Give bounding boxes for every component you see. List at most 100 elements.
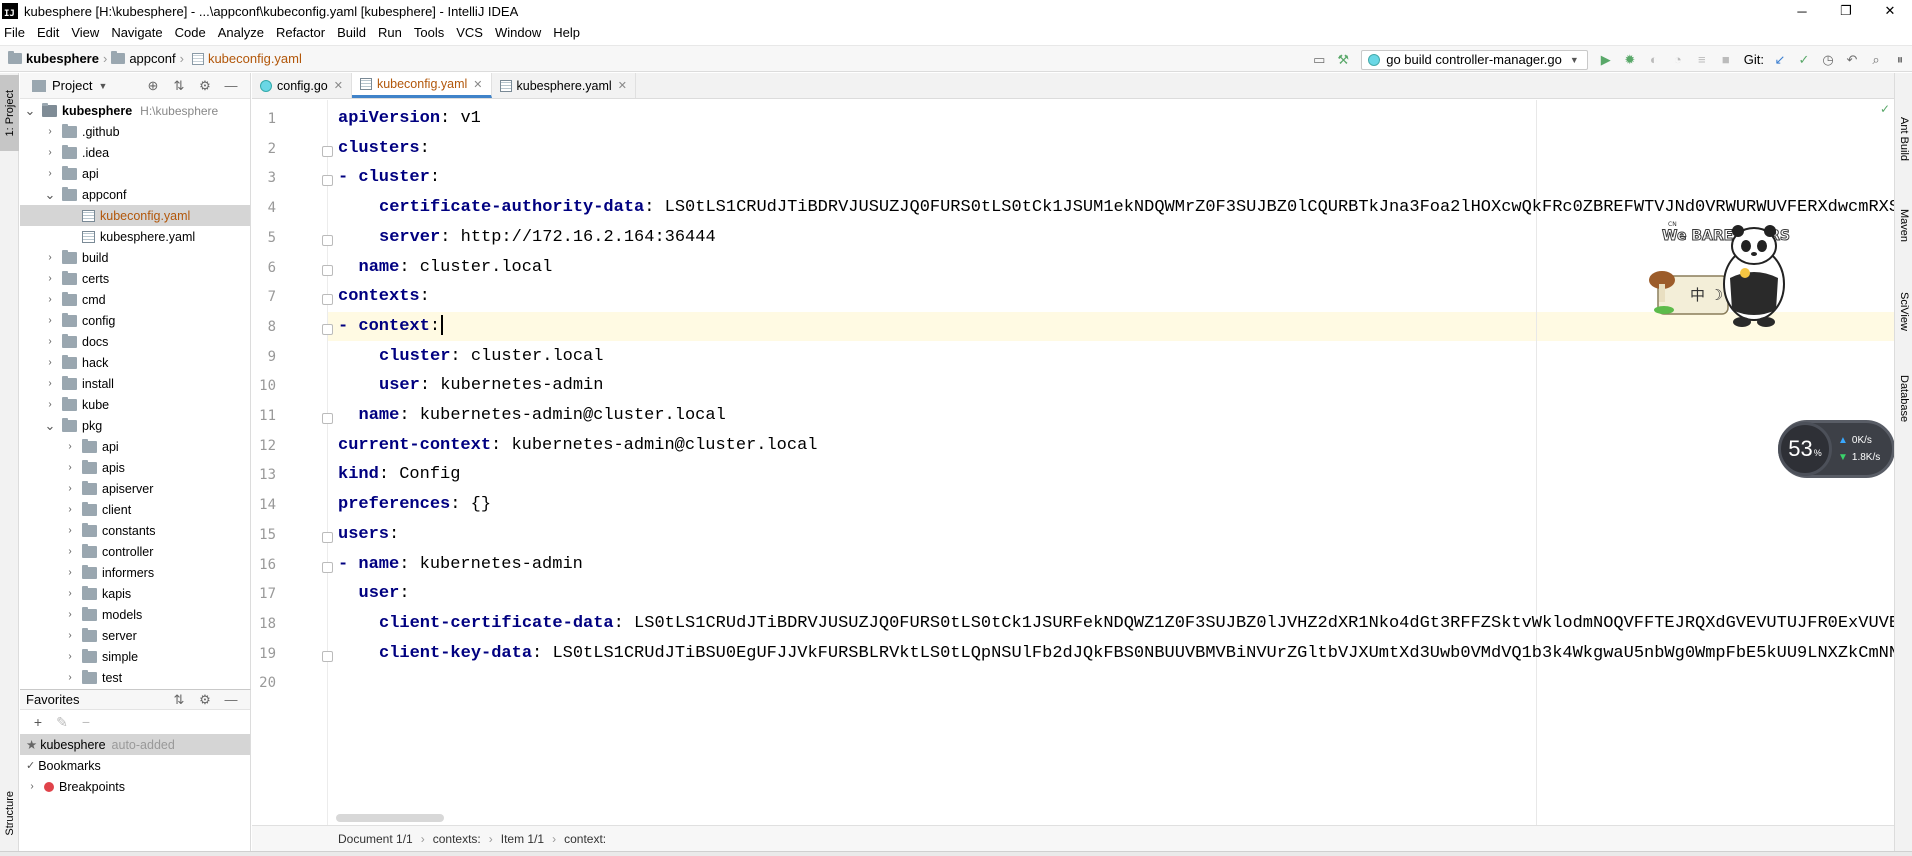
chevron-right-icon[interactable]: › bbox=[44, 315, 56, 326]
horizontal-scrollbar[interactable] bbox=[336, 814, 444, 822]
ant-build-tool-tab[interactable]: Ant Build bbox=[1895, 99, 1912, 179]
tree-item[interactable]: › simple bbox=[20, 646, 250, 667]
tree-item[interactable]: › certs bbox=[20, 268, 250, 289]
editor-breadcrumb-item[interactable]: Item 1/1 bbox=[501, 832, 544, 846]
menu-run[interactable]: Run bbox=[372, 22, 408, 44]
fold-end-icon[interactable] bbox=[322, 650, 333, 662]
tree-item[interactable]: › api bbox=[20, 436, 250, 457]
menu-window[interactable]: Window bbox=[489, 22, 547, 44]
fold-end-icon[interactable] bbox=[322, 264, 333, 276]
chevron-down-icon[interactable]: ⌄ bbox=[24, 103, 36, 119]
stop-icon[interactable]: ■ bbox=[1715, 49, 1737, 71]
close-icon[interactable]: ✕ bbox=[334, 79, 343, 92]
gear-icon[interactable]: ⚙ bbox=[192, 692, 218, 708]
tab-config-go[interactable]: config.go ✕ bbox=[252, 73, 352, 98]
fold-collapse-icon[interactable] bbox=[322, 294, 333, 306]
add-icon[interactable]: + bbox=[26, 714, 50, 730]
code-line[interactable]: contexts: bbox=[338, 282, 430, 311]
fold-collapse-icon[interactable] bbox=[322, 323, 333, 335]
collapse-all-icon[interactable]: ⇅ bbox=[166, 78, 192, 94]
favorites-item-bookmarks[interactable]: ✓ Bookmarks bbox=[20, 755, 250, 776]
locate-file-icon[interactable]: ⊕ bbox=[140, 78, 166, 94]
chevron-right-icon[interactable]: › bbox=[44, 357, 56, 368]
tree-item[interactable]: › kapis bbox=[20, 583, 250, 604]
code-line[interactable]: server: http://172.16.2.164:36444 bbox=[338, 223, 716, 252]
code-line[interactable]: users: bbox=[338, 520, 399, 549]
code-line[interactable]: kind: Config bbox=[338, 460, 460, 489]
chevron-right-icon[interactable]: › bbox=[44, 168, 56, 179]
chevron-right-icon[interactable]: › bbox=[64, 567, 76, 578]
fold-collapse-icon[interactable] bbox=[322, 531, 333, 543]
chevron-right-icon[interactable]: › bbox=[26, 781, 38, 792]
close-icon[interactable]: ✕ bbox=[618, 79, 627, 92]
breadcrumb-project[interactable]: kubesphere bbox=[0, 51, 99, 66]
fold-collapse-icon[interactable] bbox=[322, 561, 333, 573]
close-button[interactable]: ✕ bbox=[1868, 0, 1912, 22]
chevron-right-icon[interactable]: › bbox=[44, 252, 56, 263]
menu-vcs[interactable]: VCS bbox=[450, 22, 489, 44]
code-line[interactable]: - cluster: bbox=[338, 163, 440, 192]
menu-refactor[interactable]: Refactor bbox=[270, 22, 331, 44]
code-line[interactable]: client-certificate-data: LS0tLS1CRUdJTiB… bbox=[338, 609, 1894, 638]
tree-item[interactable]: › apiserver bbox=[20, 478, 250, 499]
menu-navigate[interactable]: Navigate bbox=[105, 22, 168, 44]
chevron-down-icon[interactable]: ⌄ bbox=[44, 418, 56, 434]
tree-item[interactable]: › apis bbox=[20, 457, 250, 478]
tree-item[interactable]: › docs bbox=[20, 331, 250, 352]
tree-item[interactable]: › client bbox=[20, 499, 250, 520]
code-editor[interactable]: 1 2 3 4 5 6 7 8 9 10 11 12 13 14 15 16 17 18 19 20 ✓ apiVer… bbox=[252, 100, 1894, 825]
editor-gutter[interactable]: 1 2 3 4 5 6 7 8 9 10 11 12 13 14 15 16 17 18 19 20 bbox=[252, 100, 333, 825]
build-hammer-icon[interactable]: ⚒ bbox=[1332, 49, 1354, 71]
code-line[interactable]: apiVersion: v1 bbox=[338, 104, 481, 133]
fold-collapse-icon[interactable] bbox=[322, 175, 333, 187]
menu-tools[interactable]: Tools bbox=[408, 22, 450, 44]
network-speed-widget[interactable]: 53% ▲ 0K/s ▼ 1.8K/s bbox=[1778, 420, 1894, 478]
tree-item[interactable]: › .idea bbox=[20, 142, 250, 163]
chevron-right-icon[interactable]: › bbox=[64, 504, 76, 515]
tree-item[interactable]: › controller bbox=[20, 541, 250, 562]
menu-build[interactable]: Build bbox=[331, 22, 372, 44]
code-line[interactable]: current-context: kubernetes-admin@cluste… bbox=[338, 431, 818, 460]
fold-end-icon[interactable] bbox=[322, 234, 333, 246]
tree-item[interactable]: kubeconfig.yaml bbox=[20, 205, 250, 226]
chevron-right-icon[interactable]: › bbox=[64, 546, 76, 557]
breadcrumb-folder[interactable]: appconf bbox=[111, 51, 176, 66]
tree-item[interactable]: › hack bbox=[20, 352, 250, 373]
tree-item[interactable]: › .github bbox=[20, 121, 250, 142]
tree-item[interactable]: ⌄ pkg bbox=[20, 415, 250, 436]
editor-breadcrumb-item[interactable]: contexts: bbox=[433, 832, 481, 846]
tab-kubesphere-yaml[interactable]: kubesphere.yaml ✕ bbox=[492, 73, 636, 98]
code-line[interactable]: client-key-data: LS0tLS1CRUdJTiBSU0EgUFJ… bbox=[338, 639, 1894, 668]
tree-item[interactable]: › constants bbox=[20, 520, 250, 541]
maven-tool-tab[interactable]: Maven bbox=[1895, 191, 1912, 261]
profile-icon[interactable]: ◔ bbox=[1667, 49, 1689, 71]
editor-breadcrumb-item[interactable]: context: bbox=[564, 832, 606, 846]
remove-icon[interactable]: − bbox=[74, 714, 98, 730]
menu-help[interactable]: Help bbox=[547, 22, 586, 44]
coverage-icon[interactable]: ◐ bbox=[1643, 49, 1665, 71]
run-configuration-select[interactable]: go build controller-manager.go ▼ bbox=[1361, 49, 1588, 70]
chevron-right-icon[interactable]: › bbox=[44, 378, 56, 389]
code-line[interactable]: user: bbox=[338, 579, 410, 608]
vcs-update-icon[interactable]: ↙ bbox=[1769, 49, 1791, 71]
tree-item[interactable]: kubesphere.yaml bbox=[20, 226, 250, 247]
chevron-down-icon[interactable]: ▼ bbox=[98, 81, 107, 91]
database-tool-tab[interactable]: Database bbox=[1895, 359, 1912, 439]
chevron-right-icon[interactable]: › bbox=[44, 294, 56, 305]
vcs-commit-icon[interactable]: ✓ bbox=[1793, 49, 1815, 71]
chevron-right-icon[interactable]: › bbox=[64, 609, 76, 620]
run-icon[interactable]: ▶ bbox=[1595, 49, 1617, 71]
tree-item[interactable]: › server bbox=[20, 625, 250, 646]
edit-pencil-icon[interactable]: ✎ bbox=[50, 714, 74, 731]
code-line[interactable]: cluster: cluster.local bbox=[338, 342, 603, 371]
project-tool-tab[interactable]: 1: Project bbox=[0, 75, 19, 151]
gear-icon[interactable]: ⚙ bbox=[192, 78, 218, 94]
chevron-right-icon[interactable]: › bbox=[64, 462, 76, 473]
breadcrumb-file[interactable]: kubeconfig.yaml bbox=[188, 51, 302, 66]
vcs-history-icon[interactable]: ◷ bbox=[1817, 49, 1839, 71]
chevron-right-icon[interactable]: › bbox=[44, 147, 56, 158]
tree-item[interactable]: › test bbox=[20, 667, 250, 688]
menu-edit[interactable]: Edit bbox=[31, 22, 65, 44]
pause-icon[interactable]: ⏸ bbox=[1889, 49, 1911, 71]
code-line[interactable]: name: cluster.local bbox=[338, 253, 553, 282]
